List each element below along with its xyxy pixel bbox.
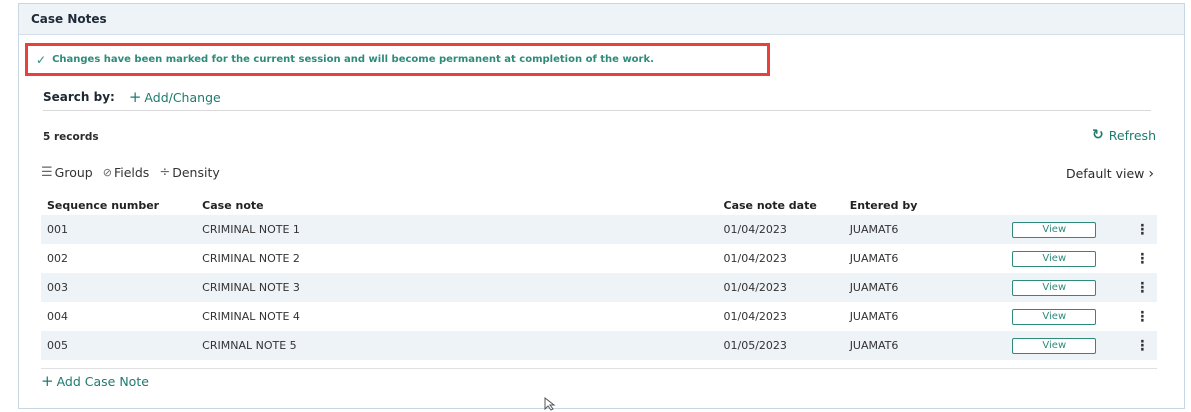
cell-entered-by: JUAMAT6 bbox=[843, 302, 1007, 331]
density-button[interactable]: ÷ Density bbox=[159, 165, 219, 180]
cell-date: 01/04/2023 bbox=[717, 273, 844, 302]
view-button[interactable]: View bbox=[1012, 308, 1097, 325]
cell-date: 01/04/2023 bbox=[717, 302, 844, 331]
case-notes-panel: Case Notes ✓ Changes have been marked fo… bbox=[18, 3, 1185, 409]
table-row[interactable]: 001 CRIMINAL NOTE 1 01/04/2023 JUAMAT6 V… bbox=[41, 215, 1157, 244]
plus-icon: + bbox=[128, 88, 142, 106]
panel-header: Case Notes bbox=[19, 4, 1184, 35]
group-label: Group bbox=[54, 165, 93, 180]
cell-sequence: 005 bbox=[41, 331, 197, 360]
search-bar: Search by: + Add/Change bbox=[43, 84, 1151, 111]
cell-entered-by: JUAMAT6 bbox=[843, 273, 1007, 302]
chevron-right-icon: › bbox=[1148, 166, 1154, 182]
table-row[interactable]: 005 CRIMNAL NOTE 5 01/05/2023 JUAMAT6 Vi… bbox=[41, 331, 1157, 360]
cell-actions: View bbox=[1006, 331, 1122, 360]
cell-actions: View bbox=[1006, 302, 1122, 331]
column-header-actions bbox=[1006, 195, 1121, 215]
default-view-selector[interactable]: Default view › bbox=[1066, 166, 1154, 182]
cell-actions: View bbox=[1006, 215, 1122, 244]
table-footer-divider bbox=[41, 368, 1157, 369]
table-row[interactable]: 003 CRIMINAL NOTE 3 01/04/2023 JUAMAT6 V… bbox=[41, 273, 1157, 302]
density-icon: ÷ bbox=[159, 165, 171, 180]
add-change-link[interactable]: + Add/Change bbox=[129, 88, 221, 106]
table-header-row: Sequence number Case note Case note date… bbox=[41, 195, 1157, 215]
cell-date: 01/04/2023 bbox=[717, 244, 844, 273]
case-notes-table: Sequence number Case note Case note date… bbox=[41, 195, 1157, 360]
view-button[interactable]: View bbox=[1012, 250, 1097, 267]
add-change-label: Add/Change bbox=[144, 90, 221, 105]
eye-slash-icon: ⊘ bbox=[102, 166, 112, 179]
more-options-icon[interactable]: ⋮ bbox=[1121, 273, 1157, 302]
more-options-icon[interactable]: ⋮ bbox=[1121, 331, 1157, 360]
column-header-entered-by[interactable]: Entered by bbox=[844, 195, 1007, 215]
cell-entered-by: JUAMAT6 bbox=[843, 244, 1007, 273]
view-button[interactable]: View bbox=[1012, 279, 1097, 296]
cell-case-note: CRIMINAL NOTE 1 bbox=[196, 215, 718, 244]
cell-case-note: CRIMINAL NOTE 4 bbox=[196, 302, 718, 331]
fields-button[interactable]: ⊘ Fields bbox=[103, 165, 150, 180]
density-label: Density bbox=[172, 165, 220, 180]
fields-label: Fields bbox=[113, 165, 150, 180]
records-count: 5 records bbox=[43, 131, 99, 143]
plus-icon: + bbox=[41, 372, 54, 390]
cell-case-note: CRIMINAL NOTE 2 bbox=[196, 244, 718, 273]
refresh-icon: ↻ bbox=[1092, 127, 1104, 143]
cell-sequence: 004 bbox=[41, 302, 197, 331]
column-header-sequence[interactable]: Sequence number bbox=[41, 195, 196, 215]
view-button[interactable]: View bbox=[1012, 337, 1097, 354]
cell-entered-by: JUAMAT6 bbox=[843, 215, 1007, 244]
column-header-case-note[interactable]: Case note bbox=[196, 195, 717, 215]
view-button[interactable]: View bbox=[1012, 221, 1097, 238]
table-row[interactable]: 002 CRIMINAL NOTE 2 01/04/2023 JUAMAT6 V… bbox=[41, 244, 1157, 273]
table-row[interactable]: 004 CRIMINAL NOTE 4 01/04/2023 JUAMAT6 V… bbox=[41, 302, 1157, 331]
search-by-label: Search by: bbox=[43, 90, 115, 104]
grid-toolbar: ☰ Group ⊘ Fields ÷ Density bbox=[41, 165, 230, 180]
column-header-date[interactable]: Case note date bbox=[718, 195, 844, 215]
cell-sequence: 001 bbox=[41, 215, 197, 244]
more-options-icon[interactable]: ⋮ bbox=[1121, 244, 1157, 273]
column-header-menu bbox=[1121, 195, 1157, 215]
check-icon: ✓ bbox=[36, 52, 47, 67]
add-case-note-link[interactable]: + Add Case Note bbox=[41, 372, 149, 390]
group-button[interactable]: ☰ Group bbox=[41, 165, 93, 180]
cell-case-note: CRIMINAL NOTE 3 bbox=[196, 273, 718, 302]
panel-title: Case Notes bbox=[31, 12, 107, 26]
cell-actions: View bbox=[1006, 273, 1122, 302]
cell-sequence: 003 bbox=[41, 273, 197, 302]
default-view-label: Default view bbox=[1065, 166, 1145, 181]
refresh-label: Refresh bbox=[1108, 127, 1156, 143]
add-case-note-label: Add Case Note bbox=[56, 374, 149, 389]
more-options-icon[interactable]: ⋮ bbox=[1121, 215, 1157, 244]
cell-sequence: 002 bbox=[41, 244, 197, 273]
alert-message: Changes have been marked for the current… bbox=[52, 54, 654, 65]
cell-entered-by: JUAMAT6 bbox=[843, 331, 1007, 360]
refresh-button[interactable]: ↻ Refresh bbox=[1092, 127, 1156, 143]
mouse-cursor-icon bbox=[544, 397, 556, 411]
cell-case-note: CRIMNAL NOTE 5 bbox=[196, 331, 718, 360]
more-options-icon[interactable]: ⋮ bbox=[1121, 302, 1157, 331]
success-alert: ✓ Changes have been marked for the curre… bbox=[25, 43, 770, 76]
group-icon: ☰ bbox=[41, 165, 53, 180]
cell-date: 01/05/2023 bbox=[717, 331, 844, 360]
cell-actions: View bbox=[1006, 244, 1122, 273]
cell-date: 01/04/2023 bbox=[717, 215, 844, 244]
